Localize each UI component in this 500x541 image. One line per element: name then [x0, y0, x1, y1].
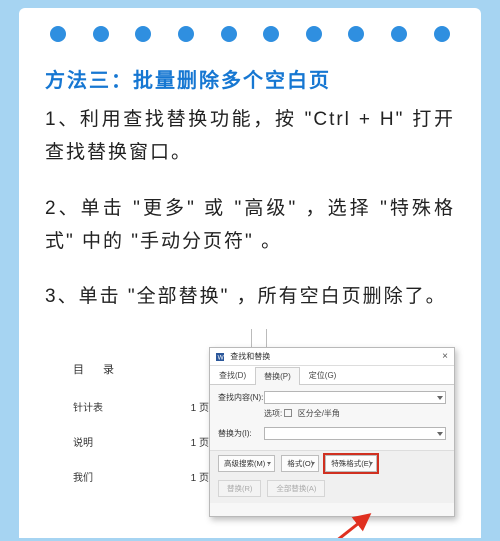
label-replace-with: 替换为(I):	[218, 428, 264, 439]
close-icon[interactable]: ×	[442, 351, 448, 362]
tab-find[interactable]: 查找(D)	[210, 366, 255, 384]
step-2: 2、单击 "更多" 或 "高级" ，选择 "特殊格式" 中的 "手动分页符" 。	[45, 192, 455, 259]
dialog-titlebar: W 查找和替换 ×	[210, 348, 454, 366]
dialog-tabs: 查找(D) 替换(P) 定位(G)	[210, 366, 454, 385]
screenshot-area: 目 录 针计表 1 页 说明 1 页 我们 1 页 W 查找和替换	[45, 335, 465, 515]
step-3: 3、单击 "全部替换" ，所有空白页删除了。	[45, 280, 455, 313]
replace-all-button[interactable]: 全部替换(A)	[267, 480, 325, 497]
toc-item-page: 1 页	[191, 399, 209, 414]
dialog-title: 查找和替换	[230, 352, 270, 361]
toc-header: 目 录	[73, 361, 209, 377]
toc-row: 说明 1 页	[73, 434, 209, 449]
input-replace-with[interactable]	[264, 427, 446, 440]
dialog-body: 查找内容(N): 选项: 区分全/半角 替换为(I):	[210, 385, 454, 450]
special-button[interactable]: 特殊格式(E)	[325, 455, 377, 472]
toc-row: 我们 1 页	[73, 469, 209, 484]
toc-item-page: 1 页	[191, 469, 209, 484]
toc-item-page: 1 页	[191, 434, 209, 449]
tab-goto[interactable]: 定位(G)	[300, 366, 346, 384]
note-card: 方法三：批量删除多个空白页 1、利用查找替换功能，按 "Ctrl + H" 打开…	[19, 8, 481, 538]
toc-item-label: 说明	[73, 434, 93, 449]
find-replace-dialog: W 查找和替换 × 查找(D) 替换(P) 定位(G) 查找内容(N): 选项:	[209, 347, 455, 517]
label-find-what: 查找内容(N):	[218, 392, 264, 403]
step-1: 1、利用查找替换功能，按 "Ctrl + H" 打开查找替换窗口。	[45, 103, 455, 170]
tab-replace[interactable]: 替换(P)	[255, 367, 300, 385]
checkbox-fullhalf[interactable]	[284, 409, 292, 417]
section-title: 方法三：批量删除多个空白页	[45, 64, 455, 93]
toc-item-label: 针计表	[73, 399, 103, 414]
document-toc: 目 录 针计表 1 页 说明 1 页 我们 1 页	[73, 361, 209, 504]
options-value: 区分全/半角	[298, 409, 340, 418]
replace-button[interactable]: 替换(R)	[218, 480, 261, 497]
format-button[interactable]: 格式(O)	[281, 455, 319, 472]
svg-text:W: W	[218, 355, 224, 362]
toc-item-label: 我们	[73, 469, 93, 484]
binding-holes	[19, 26, 481, 42]
input-find-what[interactable]	[264, 391, 446, 404]
label-options: 选项:	[264, 409, 282, 418]
dialog-actions: 替换(R) 全部替换(A)	[210, 476, 454, 503]
toc-row: 针计表 1 页	[73, 399, 209, 414]
word-app-icon: W	[216, 353, 224, 361]
options-row: 选项: 区分全/半角	[218, 408, 446, 419]
dialog-toolbar: 高级搜索(M) : 格式(O) 特殊格式(E)	[210, 450, 454, 476]
less-button[interactable]: 高级搜索(M) :	[218, 455, 275, 472]
